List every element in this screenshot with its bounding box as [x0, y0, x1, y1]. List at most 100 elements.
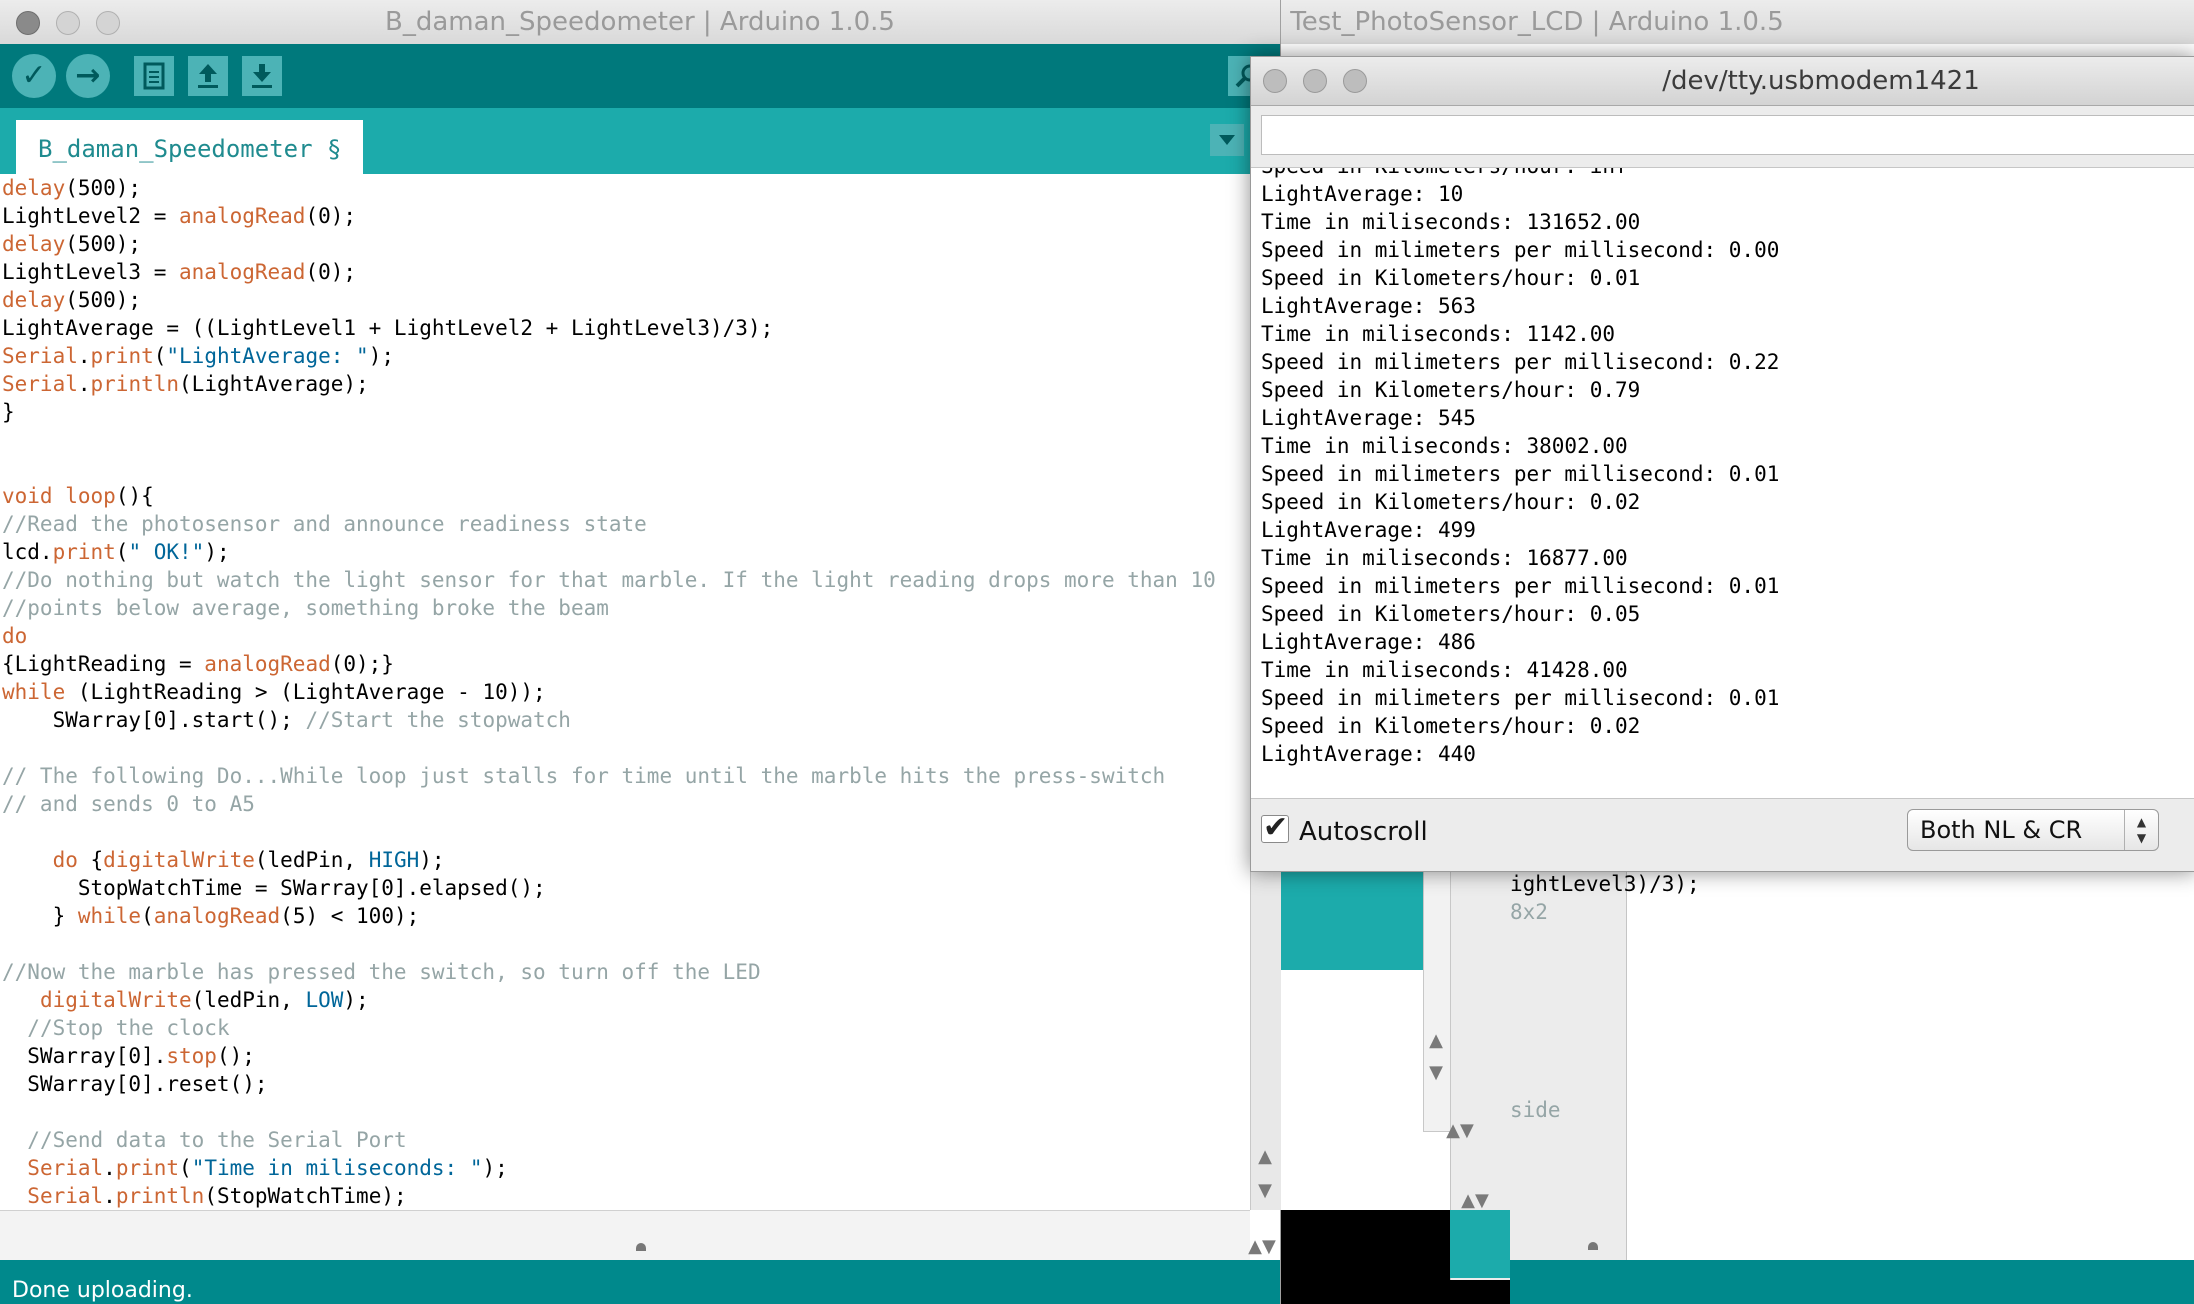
zoom-window-icon[interactable] — [96, 11, 120, 35]
back-window-code-fragment-1: ightLevel3)/3); — [1510, 872, 1700, 896]
code-line: //points below average, something broke … — [2, 594, 1216, 622]
serial-output-line: Speed in Kilometers/hour: 0.01 — [1261, 266, 1641, 290]
open-button[interactable] — [188, 56, 228, 96]
checkmark-icon: ✓ — [21, 58, 47, 93]
code-token: do — [2, 624, 28, 648]
scroll-corner-arrows-icon-2: ▲▼ — [1461, 1190, 1489, 1211]
back-window-inner-scrollbar[interactable] — [1423, 870, 1451, 1132]
minimize-window-icon[interactable] — [56, 11, 80, 35]
serial-output-line: Time in miliseconds: 38002.00 — [1261, 434, 1628, 458]
tab-b-daman-speedometer[interactable]: B_daman_Speedometer § — [16, 120, 364, 174]
code-token: loop — [65, 484, 116, 508]
code-token: // and sends 0 to A5 — [2, 792, 255, 816]
code-token: "LightAverage: " — [166, 344, 369, 368]
serial-output-line: Speed in milimeters per millisecond: 0.0… — [1261, 238, 1780, 262]
code-line: // and sends 0 to A5 — [2, 790, 1216, 818]
serial-output-line: Speed in milimeters per millisecond: 0.0… — [1261, 574, 1780, 598]
editor-scroll-up-icon[interactable]: ▲ — [1250, 1146, 1280, 1167]
code-token: analogRead — [179, 204, 306, 228]
serial-output-line: Speed in milimeters per millisecond: 0.2… — [1261, 350, 1780, 374]
serial-output-line: LightAverage: 563 — [1261, 294, 1476, 318]
code-token: stop — [166, 1044, 217, 1068]
line-ending-select[interactable]: Both NL & CR ▲ ▼ — [1907, 809, 2159, 851]
code-editor[interactable]: delay(500); LightLevel2 = analogRead(0); d… — [0, 174, 1250, 1210]
code-token: while — [77, 904, 142, 928]
code-token: StopWatchTime = SWarray[0].elapsed(); — [2, 876, 546, 900]
main-window-titlebar[interactable]: B_daman_Speedometer | Arduino 1.0.5 — [0, 0, 1280, 45]
code-line: Serial.print("LightAverage: "); — [2, 342, 1216, 370]
code-token: (0);} — [330, 652, 394, 676]
autoscroll-checkbox[interactable]: ✔ — [1261, 810, 1289, 845]
code-line: Serial.print("Time in miliseconds: "); — [2, 1154, 1216, 1182]
code-line: LightAverage = ((LightLevel1 + LightLeve… — [2, 314, 1216, 342]
new-button[interactable] — [134, 56, 174, 96]
code-line: LightLevel2 = analogRead(0); — [2, 202, 1216, 230]
code-line: do {digitalWrite(ledPin, HIGH); — [2, 846, 1216, 874]
serial-output-line: Speed in Kilometers/hour: 0.79 — [1261, 378, 1641, 402]
code-token: (0); — [305, 260, 357, 284]
serial-bottom-bar: ✔ Autoscroll Both NL & CR ▲ ▼ — [1251, 799, 2194, 871]
code-token: (LightAverage); — [179, 372, 369, 396]
main-window: B_daman_Speedometer | Arduino 1.0.5 ✓ → … — [0, 0, 1281, 1304]
code-token: (){ — [115, 484, 154, 508]
code-line: delay(500); — [2, 286, 1216, 314]
autoscroll-label[interactable]: Autoscroll — [1299, 817, 1428, 847]
serial-send-input[interactable] — [1261, 115, 2194, 155]
code-token: //Read the photosensor and announce read… — [2, 512, 647, 536]
scroll-down-arrow-icon[interactable]: ▼ — [1423, 1062, 1449, 1083]
code-line: SWarray[0].stop(); — [2, 1042, 1216, 1070]
code-token: (ledPin, — [254, 848, 369, 872]
code-token: digitalWrite — [39, 988, 192, 1012]
serial-output-area[interactable]: Speed in Kilometers/hour: inf LightAvera… — [1251, 167, 2194, 799]
verify-button[interactable]: ✓ — [12, 54, 56, 98]
code-token: (LightReading > (LightAverage - 10)); — [65, 680, 546, 704]
back-window-inner-strip — [1450, 1210, 1510, 1278]
back-window-statusbar — [1510, 1260, 2194, 1304]
code-token: //Stop the clock — [27, 1016, 230, 1040]
serial-output-lines: LightAverage: 10 Time in miliseconds: 131… — [1261, 180, 1779, 768]
serial-output-line: Speed in Kilometers/hour: 0.02 — [1261, 714, 1641, 738]
upload-button[interactable]: → — [66, 54, 110, 98]
code-token: (500); — [65, 176, 142, 200]
code-token: do — [52, 848, 78, 872]
serial-close-icon[interactable] — [1263, 69, 1287, 93]
back-window-titlebar[interactable]: Test_PhotoSensor_LCD | Arduino 1.0.5 — [1280, 0, 2194, 45]
serial-output-line: LightAverage: 10 — [1261, 182, 1464, 206]
triangle-down-icon — [1219, 135, 1235, 145]
editor-scroll-down-icon[interactable]: ▼ — [1250, 1180, 1280, 1201]
serial-output-line: Time in miliseconds: 41428.00 — [1261, 658, 1628, 682]
serial-minimize-icon[interactable] — [1303, 69, 1327, 93]
code-token: ); — [482, 1156, 508, 1180]
code-line: SWarray[0].reset(); — [2, 1070, 1216, 1098]
code-token: delay — [2, 288, 66, 312]
status-bar: Done uploading. — [0, 1260, 1280, 1304]
serial-monitor-titlebar[interactable]: /dev/tty.usbmodem1421 — [1251, 57, 2194, 106]
code-token: Serial — [2, 344, 78, 368]
code-token: // The following Do...While loop just st… — [2, 764, 1166, 788]
editor-console-divider[interactable] — [0, 1210, 1250, 1261]
serial-output-line: Speed in Kilometers/hour: 0.02 — [1261, 490, 1641, 514]
back-window-divider-handle[interactable] — [1588, 1242, 1598, 1250]
code-token: " OK!" — [128, 540, 205, 564]
close-window-icon[interactable] — [16, 11, 40, 35]
tab-menu-button[interactable] — [1210, 124, 1244, 156]
code-line: {LightReading = analogRead(0);} — [2, 650, 1216, 678]
tab-label: B_daman_Speedometer § — [38, 135, 342, 163]
scroll-up-arrow-icon[interactable]: ▲ — [1423, 1030, 1449, 1051]
back-window-code-fragment-3: side — [1510, 1098, 1561, 1122]
code-token: delay — [2, 232, 66, 256]
code-token: Serial — [27, 1156, 104, 1180]
serial-zoom-icon[interactable] — [1343, 69, 1367, 93]
code-token: SWarray[0].start(); — [2, 708, 306, 732]
code-line: delay(500); — [2, 174, 1216, 202]
code-token: Serial — [27, 1184, 104, 1208]
code-token: Serial — [2, 372, 78, 396]
save-button[interactable] — [242, 56, 282, 96]
